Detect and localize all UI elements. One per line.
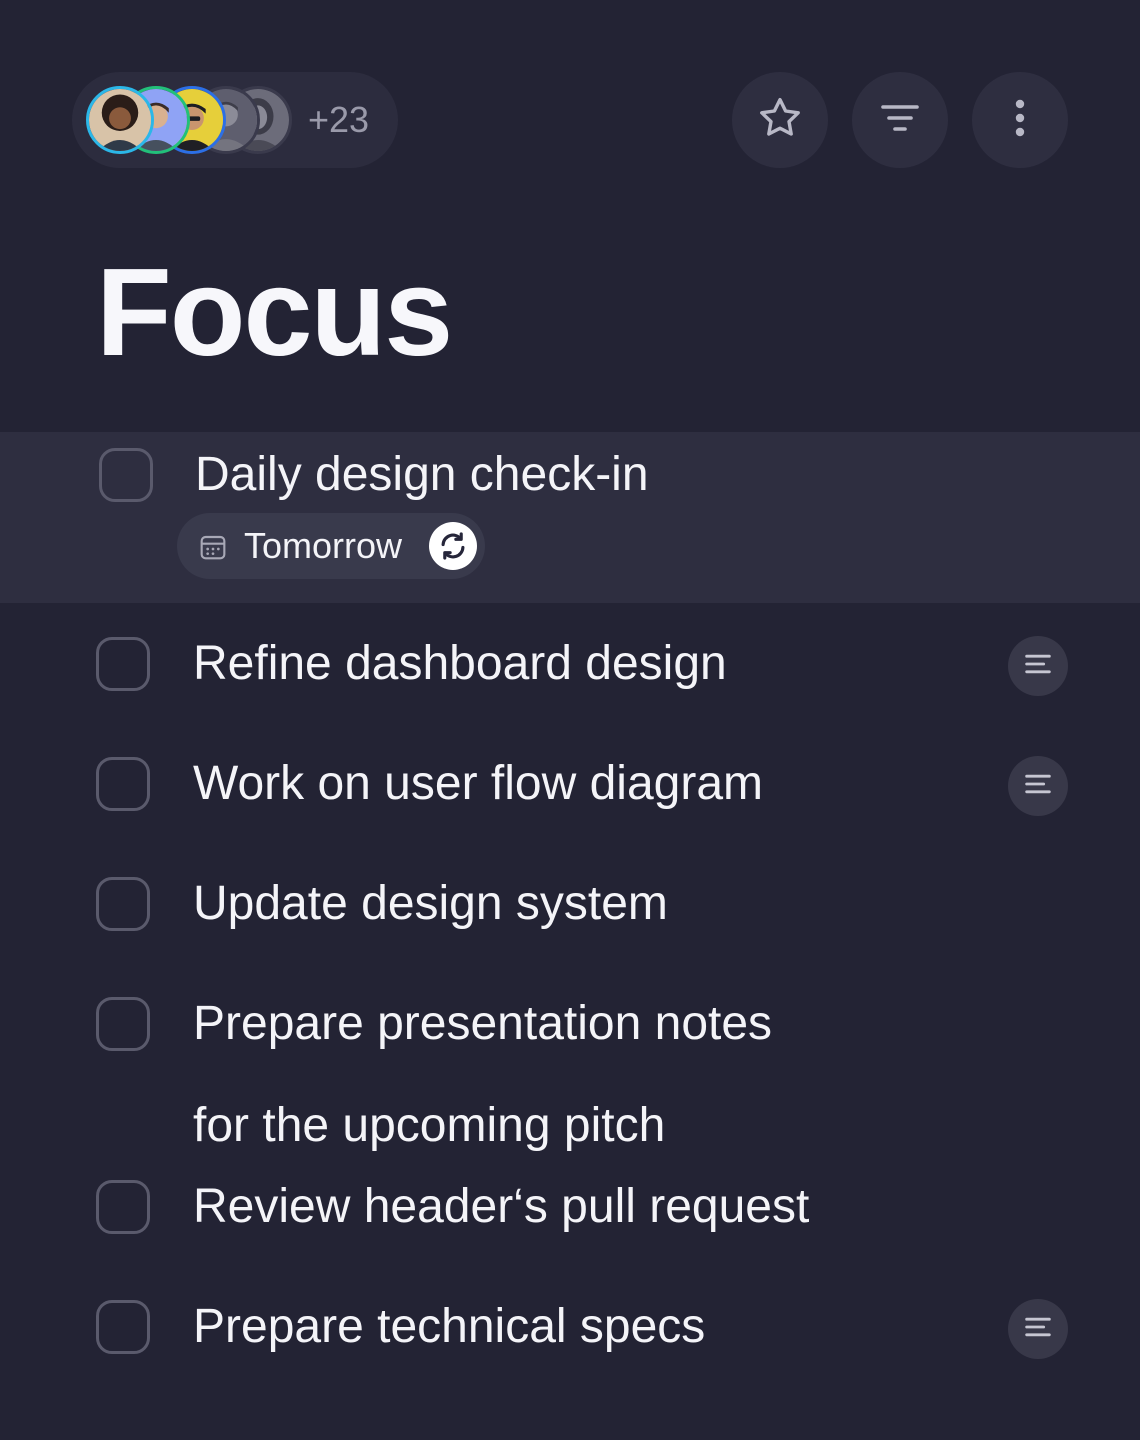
task-title[interactable]: Work on user flow diagram (193, 755, 763, 813)
task-notes-button[interactable] (1008, 756, 1068, 816)
task-checkbox[interactable] (96, 637, 150, 691)
notes-lines-icon (1021, 1310, 1055, 1349)
favorite-button[interactable] (732, 72, 828, 168)
task-checkbox[interactable] (99, 448, 153, 502)
task-checkbox[interactable] (96, 1300, 150, 1354)
member-count: +23 (308, 99, 370, 140)
task-title[interactable]: Prepare presentation notes (193, 995, 772, 1053)
task-checkbox[interactable] (96, 757, 150, 811)
notes-lines-icon (1021, 767, 1055, 806)
task-notes-button[interactable] (1008, 636, 1068, 696)
repeat-icon (429, 522, 477, 570)
task-checkbox[interactable] (96, 877, 150, 931)
filter-lines-icon (876, 94, 924, 147)
task-title-continuation[interactable]: for the upcoming pitch (193, 1097, 665, 1155)
task-checkbox[interactable] (96, 1180, 150, 1234)
task-title[interactable]: Update design system (193, 875, 668, 933)
page-title: Focus (96, 244, 453, 382)
more-vertical-icon (996, 94, 1044, 147)
task-title[interactable]: Daily design check-in (195, 446, 649, 504)
notes-lines-icon (1021, 647, 1055, 686)
calendar-icon (197, 531, 229, 568)
task-checkbox[interactable] (96, 997, 150, 1051)
star-icon (756, 94, 804, 147)
more-button[interactable] (972, 72, 1068, 168)
task-title[interactable]: Prepare technical specs (193, 1298, 705, 1356)
due-date-label: Tomorrow (244, 525, 403, 566)
task-title[interactable]: Review header‘s pull request (193, 1178, 809, 1236)
task-notes-button[interactable] (1008, 1299, 1068, 1359)
due-date-chip[interactable]: Tomorrow (177, 513, 485, 579)
collaborators-group[interactable]: +23 (72, 72, 398, 168)
task-title[interactable]: Refine dashboard design (193, 635, 727, 693)
filter-button[interactable] (852, 72, 948, 168)
avatar (86, 86, 154, 154)
